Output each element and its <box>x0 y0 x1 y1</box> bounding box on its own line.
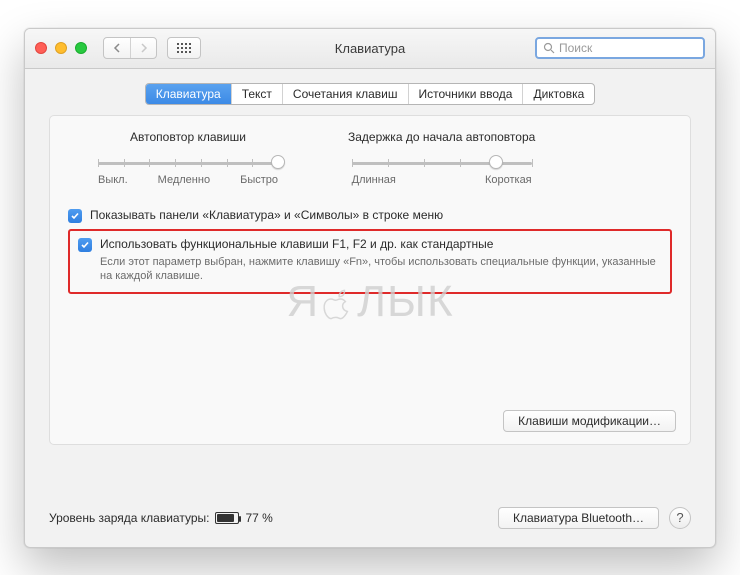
tab-input-sources[interactable]: Источники ввода <box>409 84 524 104</box>
grid-icon <box>177 43 191 53</box>
help-button[interactable]: ? <box>669 507 691 529</box>
tab-shortcuts[interactable]: Сочетания клавиш <box>283 84 409 104</box>
forward-button[interactable] <box>130 38 156 58</box>
tab-keyboard[interactable]: Клавиатура <box>146 84 232 104</box>
check-icon <box>70 211 80 221</box>
slider-thumb-icon[interactable] <box>489 155 503 169</box>
key-repeat-title: Автоповтор клавиши <box>130 130 246 144</box>
bluetooth-keyboard-button[interactable]: Клавиатура Bluetooth… <box>498 507 659 529</box>
show-panels-label: Показывать панели «Клавиатура» и «Символ… <box>90 208 443 222</box>
titlebar: Клавиатура <box>25 29 715 69</box>
search-field[interactable] <box>535 37 705 59</box>
tab-dictation[interactable]: Диктовка <box>523 84 594 104</box>
fn-keys-label: Использовать функциональные клавиши F1, … <box>100 237 493 251</box>
battery-percent: 77 % <box>245 511 272 525</box>
close-icon[interactable] <box>35 42 47 54</box>
battery-status: Уровень заряда клавиатуры: 77 % <box>49 511 273 525</box>
preferences-window: Клавиатура Клавиатура Текст Сочетания кл… <box>24 28 716 548</box>
delay-title: Задержка до начала автоповтора <box>348 130 535 144</box>
battery-label: Уровень заряда клавиатуры: <box>49 511 209 525</box>
fn-keys-row[interactable]: Использовать функциональные клавиши F1, … <box>78 237 662 252</box>
fn-keys-help: Если этот параметр выбран, нажмите клави… <box>100 255 662 285</box>
delay-block: Задержка до начала автоповтора Длинная К… <box>348 130 535 186</box>
show-panels-row[interactable]: Показывать панели «Клавиатура» и «Символ… <box>68 208 672 223</box>
label-short: Короткая <box>485 174 532 186</box>
label-fast: Быстро <box>240 174 278 186</box>
delay-slider[interactable] <box>352 150 532 172</box>
question-icon: ? <box>676 510 683 525</box>
modifier-keys-button[interactable]: Клавиши модификации… <box>503 410 676 432</box>
check-icon <box>80 240 90 250</box>
show-all-button[interactable] <box>167 37 201 59</box>
checkbox-show-panels[interactable] <box>68 209 82 223</box>
bottom-bar: Уровень заряда клавиатуры: 77 % Клавиату… <box>49 507 691 529</box>
key-repeat-block: Автоповтор клавиши Выкл. Медленно <box>98 130 278 186</box>
search-icon <box>543 42 555 54</box>
minimize-icon[interactable] <box>55 42 67 54</box>
back-button[interactable] <box>104 38 130 58</box>
zoom-icon[interactable] <box>75 42 87 54</box>
slider-thumb-icon[interactable] <box>271 155 285 169</box>
tabs-bar: Клавиатура Текст Сочетания клавиш Источн… <box>25 69 715 115</box>
label-slow: Медленно <box>128 174 240 186</box>
label-off: Выкл. <box>98 174 128 186</box>
checkbox-fn-keys[interactable] <box>78 238 92 252</box>
search-input[interactable] <box>559 41 697 55</box>
battery-icon <box>215 512 239 524</box>
key-repeat-slider[interactable] <box>98 150 278 172</box>
keyboard-panel: Автоповтор клавиши Выкл. Медленно <box>49 115 691 445</box>
tab-text[interactable]: Текст <box>232 84 283 104</box>
highlight-box: Использовать функциональные клавиши F1, … <box>68 229 672 295</box>
label-long: Длинная <box>352 174 396 186</box>
nav-back-forward[interactable] <box>103 37 157 59</box>
window-controls <box>35 42 87 54</box>
